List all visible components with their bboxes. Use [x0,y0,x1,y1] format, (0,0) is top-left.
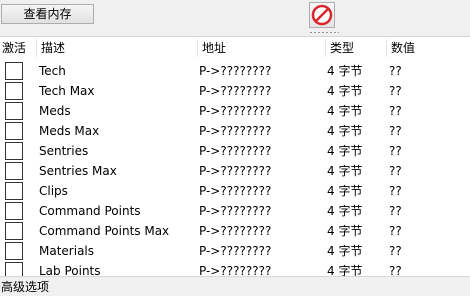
description-cell[interactable]: Sentries [39,141,88,161]
description-cell[interactable]: Command Points [39,201,141,221]
view-memory-button[interactable]: 查看内存 [1,4,94,24]
value-cell[interactable]: ?? [389,101,402,121]
table-row[interactable]: Tech Max P->???????? 4 字节 ?? [0,81,470,101]
type-cell[interactable]: 4 字节 [327,221,362,241]
table-row[interactable]: Sentries P->???????? 4 字节 ?? [0,141,470,161]
cheat-table: 激活 描述 地址 类型 数值 Tech P->???????? 4 字节 ?? … [0,36,470,276]
active-checkbox[interactable] [5,102,23,120]
value-cell[interactable]: ?? [389,61,402,81]
toolbar: 查看内存 [0,0,470,36]
active-checkbox[interactable] [5,262,23,276]
value-cell[interactable]: ?? [389,81,402,101]
description-cell[interactable]: Lab Points [39,261,101,276]
type-cell[interactable]: 4 字节 [327,241,362,261]
type-cell[interactable]: 4 字节 [327,101,362,121]
active-checkbox[interactable] [5,182,23,200]
value-cell[interactable]: ?? [389,141,402,161]
type-cell[interactable]: 4 字节 [327,181,362,201]
description-cell[interactable]: Tech [39,61,66,81]
table-row[interactable]: Clips P->???????? 4 字节 ?? [0,181,470,201]
type-cell[interactable]: 4 字节 [327,141,362,161]
address-cell[interactable]: P->???????? [199,161,271,181]
splitter-handle[interactable] [309,31,339,34]
stop-button[interactable] [309,2,335,28]
table-row[interactable]: Command Points Max P->???????? 4 字节 ?? [0,221,470,241]
type-cell[interactable]: 4 字节 [327,121,362,141]
active-checkbox[interactable] [5,62,23,80]
description-cell[interactable]: Meds [39,101,71,121]
active-checkbox[interactable] [5,122,23,140]
address-cell[interactable]: P->???????? [199,201,271,221]
header-description[interactable]: 描述 [39,37,197,59]
table-row[interactable]: Materials P->???????? 4 字节 ?? [0,241,470,261]
table-header: 激活 描述 地址 类型 数值 [0,37,470,59]
active-checkbox[interactable] [5,142,23,160]
type-cell[interactable]: 4 字节 [327,261,362,276]
address-cell[interactable]: P->???????? [199,261,271,276]
description-cell[interactable]: Meds Max [39,121,99,141]
column-divider[interactable] [36,39,37,57]
value-cell[interactable]: ?? [389,241,402,261]
address-cell[interactable]: P->???????? [199,141,271,161]
address-cell[interactable]: P->???????? [199,121,271,141]
address-cell[interactable]: P->???????? [199,61,271,81]
type-cell[interactable]: 4 字节 [327,201,362,221]
value-cell[interactable]: ?? [389,121,402,141]
type-cell[interactable]: 4 字节 [327,61,362,81]
column-divider[interactable] [386,39,387,57]
table-row[interactable]: Sentries Max P->???????? 4 字节 ?? [0,161,470,181]
value-cell[interactable]: ?? [389,261,402,276]
active-checkbox[interactable] [5,202,23,220]
header-value[interactable]: 数值 [389,37,469,59]
table-row[interactable]: Lab Points P->???????? 4 字节 ?? [0,261,470,276]
description-cell[interactable]: Tech Max [39,81,95,101]
active-checkbox[interactable] [5,162,23,180]
value-cell[interactable]: ?? [389,161,402,181]
address-cell[interactable]: P->???????? [199,101,271,121]
no-entry-icon [311,4,333,26]
table-row[interactable]: Tech P->???????? 4 字节 ?? [0,61,470,81]
description-cell[interactable]: Sentries Max [39,161,117,181]
advanced-options-link[interactable]: 高级选项 [0,276,470,296]
table-row[interactable]: Meds P->???????? 4 字节 ?? [0,101,470,121]
value-cell[interactable]: ?? [389,181,402,201]
value-cell[interactable]: ?? [389,201,402,221]
type-cell[interactable]: 4 字节 [327,161,362,181]
address-cell[interactable]: P->???????? [199,81,271,101]
column-divider[interactable] [325,39,326,57]
address-cell[interactable]: P->???????? [199,181,271,201]
description-cell[interactable]: Materials [39,241,94,261]
header-type[interactable]: 类型 [328,37,386,59]
table-row[interactable]: Meds Max P->???????? 4 字节 ?? [0,121,470,141]
column-divider[interactable] [197,39,198,57]
table-row[interactable]: Command Points P->???????? 4 字节 ?? [0,201,470,221]
value-cell[interactable]: ?? [389,221,402,241]
header-address[interactable]: 地址 [200,37,325,59]
address-cell[interactable]: P->???????? [199,241,271,261]
header-active[interactable]: 激活 [0,37,36,59]
active-checkbox[interactable] [5,82,23,100]
type-cell[interactable]: 4 字节 [327,81,362,101]
active-checkbox[interactable] [5,242,23,260]
description-cell[interactable]: Clips [39,181,68,201]
active-checkbox[interactable] [5,222,23,240]
address-cell[interactable]: P->???????? [199,221,271,241]
description-cell[interactable]: Command Points Max [39,221,169,241]
table-rows: Tech P->???????? 4 字节 ?? Tech Max P->???… [0,61,470,276]
